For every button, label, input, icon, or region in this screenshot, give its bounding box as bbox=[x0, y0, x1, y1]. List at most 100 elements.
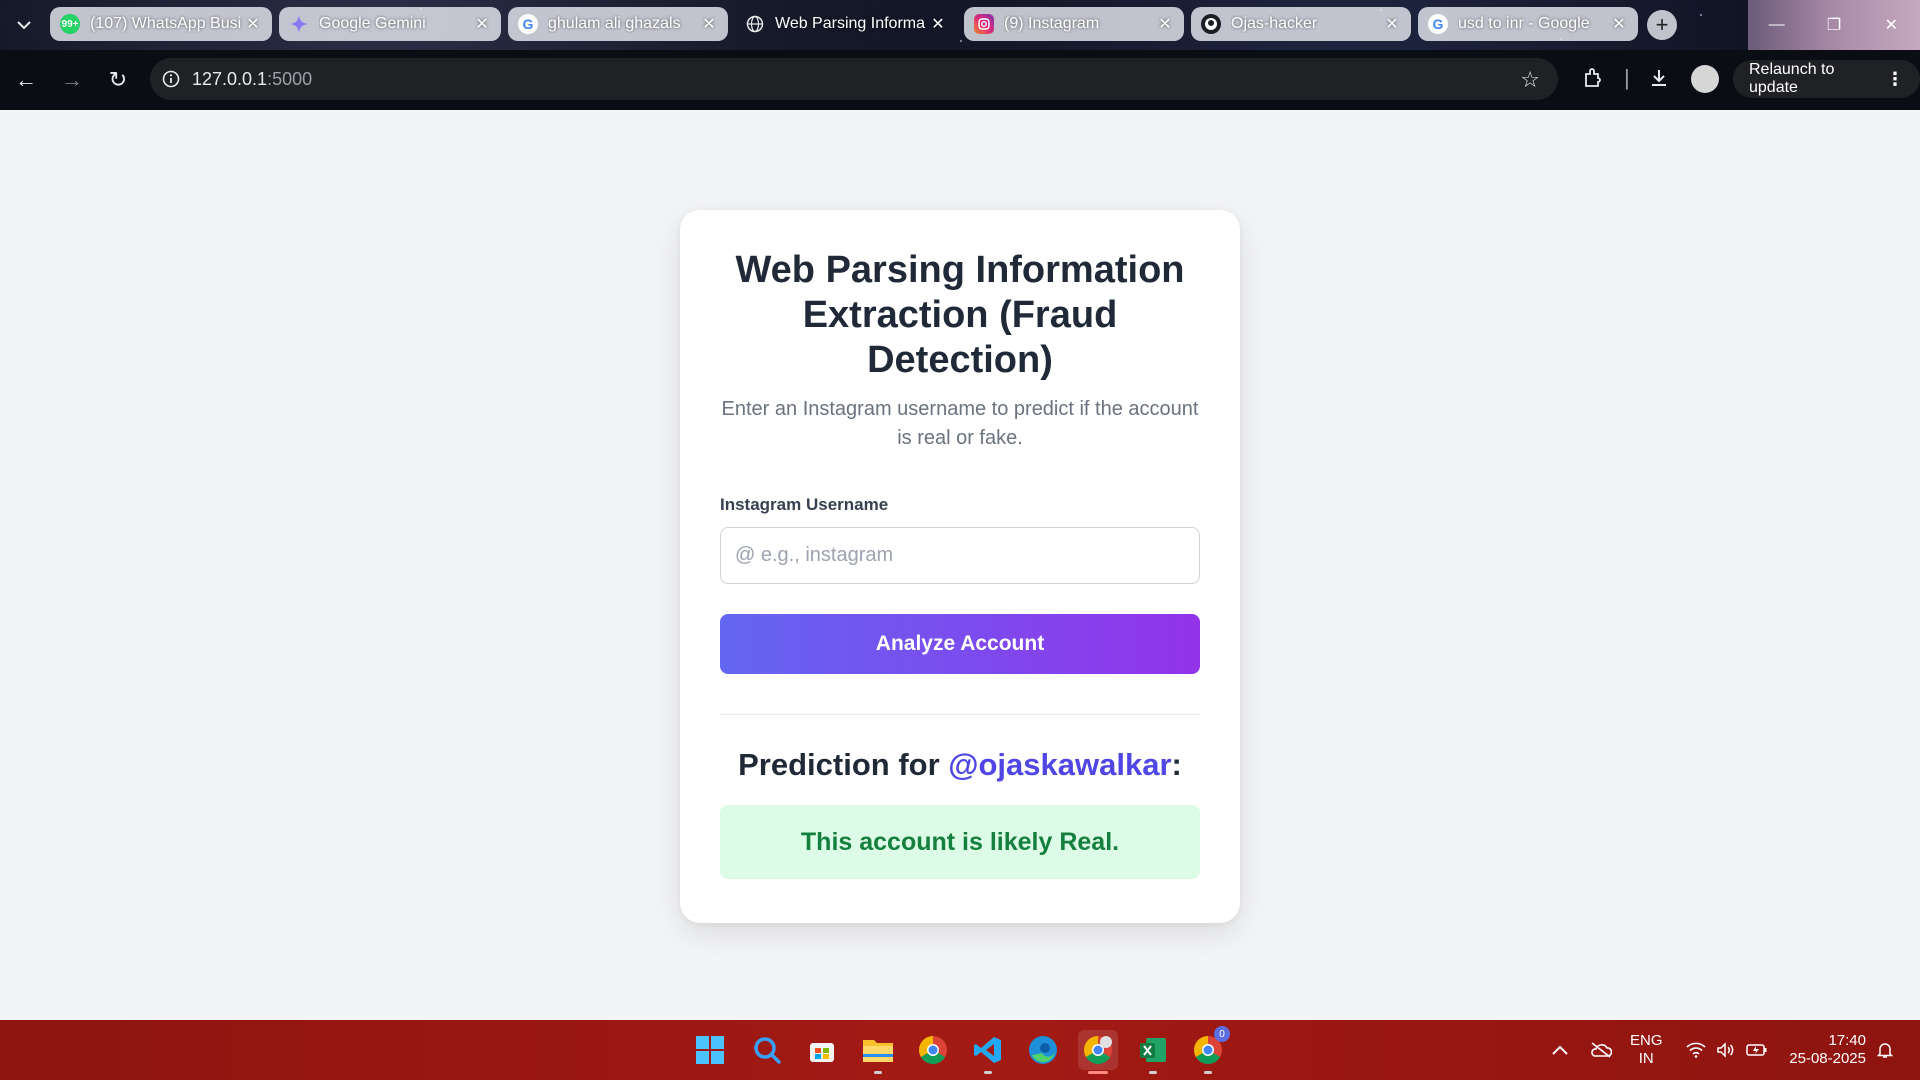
vscode-app[interactable] bbox=[968, 1030, 1008, 1074]
excel-app[interactable] bbox=[1133, 1030, 1173, 1074]
close-tab-icon[interactable]: ✕ bbox=[1383, 14, 1401, 34]
file-explorer-app[interactable] bbox=[858, 1030, 898, 1074]
chevron-up-icon bbox=[1552, 1045, 1568, 1055]
tab-gemini[interactable]: Google Gemini ✕ bbox=[279, 7, 501, 41]
tab-title: (9) Instagram bbox=[1004, 15, 1100, 32]
notification-badge: 0 bbox=[1214, 1026, 1230, 1042]
info-icon bbox=[162, 70, 180, 88]
system-clock[interactable]: 17:40 25-08-2025 bbox=[1786, 1032, 1866, 1068]
network-button[interactable] bbox=[1686, 1020, 1706, 1080]
section-divider bbox=[720, 714, 1200, 715]
language-indicator[interactable]: ENG IN bbox=[1630, 1032, 1663, 1068]
running-indicator bbox=[984, 1071, 992, 1074]
prediction-heading: Prediction for @ojaskawalkar: bbox=[720, 747, 1200, 783]
fraud-detection-card: Web Parsing Information Extraction (Frau… bbox=[680, 210, 1240, 923]
search-icon bbox=[754, 1037, 781, 1064]
download-icon[interactable] bbox=[1648, 67, 1670, 95]
file-explorer-icon bbox=[863, 1040, 893, 1062]
tab-google-usd[interactable]: G usd to inr - Google ✕ bbox=[1418, 7, 1638, 41]
prediction-prefix: Prediction for bbox=[738, 747, 949, 782]
site-info-button[interactable] bbox=[150, 70, 192, 88]
back-button[interactable]: ← bbox=[6, 60, 46, 100]
tab-instagram[interactable]: (9) Instagram ✕ bbox=[964, 7, 1184, 41]
maximize-button[interactable]: ❐ bbox=[1805, 0, 1862, 50]
arrow-left-icon: ← bbox=[15, 67, 37, 92]
toolbar-separator: | bbox=[1624, 65, 1630, 90]
tab-github[interactable]: Ojas-hacker ✕ bbox=[1191, 7, 1411, 41]
region-code: IN bbox=[1638, 1050, 1654, 1067]
tab-web-parsing[interactable]: Web Parsing Informa ✕ bbox=[735, 7, 957, 41]
close-icon: ✕ bbox=[1884, 17, 1899, 34]
github-icon bbox=[1201, 14, 1221, 34]
notifications-button[interactable] bbox=[1876, 1020, 1894, 1080]
volume-icon bbox=[1717, 1042, 1734, 1058]
chevron-down-icon bbox=[17, 21, 31, 30]
tab-google-ghazals[interactable]: G ghulam ali ghazals ✕ bbox=[508, 7, 728, 41]
reload-button[interactable]: ↻ bbox=[98, 60, 138, 100]
windows-taskbar: 0 ENG IN 17:40 25-08-2025 bbox=[0, 1020, 1920, 1080]
address-bar[interactable]: 127.0.0.1:5000 ☆ bbox=[150, 58, 1558, 100]
close-window-button[interactable]: ✕ bbox=[1863, 0, 1920, 50]
background-star bbox=[960, 40, 962, 42]
url-port: :5000 bbox=[267, 68, 313, 89]
show-hidden-icons-button[interactable] bbox=[1552, 1020, 1568, 1080]
analyze-account-button[interactable]: Analyze Account bbox=[720, 614, 1200, 674]
minimize-button[interactable]: — bbox=[1748, 0, 1805, 50]
cloud-off-icon bbox=[1591, 1042, 1612, 1058]
tab-title: Google Gemini bbox=[319, 15, 426, 32]
profile-avatar[interactable] bbox=[1691, 65, 1719, 93]
tab-whatsapp[interactable]: 99+ (107) WhatsApp Busi ✕ bbox=[50, 7, 272, 41]
page-content: Web Parsing Information Extraction (Frau… bbox=[0, 110, 1920, 1020]
wifi-icon bbox=[1686, 1042, 1706, 1058]
store-icon bbox=[810, 1043, 834, 1062]
google-icon: G bbox=[518, 14, 538, 34]
tab-search-button[interactable] bbox=[8, 12, 40, 38]
restore-icon: ❐ bbox=[1826, 17, 1842, 34]
search-button[interactable] bbox=[747, 1030, 787, 1070]
page-subtitle: Enter an Instagram username to predict i… bbox=[721, 398, 1199, 449]
forward-button[interactable]: → bbox=[52, 60, 92, 100]
chrome-profile-app[interactable] bbox=[1078, 1030, 1118, 1074]
excel-icon bbox=[1140, 1038, 1166, 1062]
vscode-icon bbox=[974, 1037, 1001, 1063]
username-input[interactable] bbox=[720, 527, 1200, 584]
prediction-result: This account is likely Real. bbox=[720, 805, 1200, 879]
volume-button[interactable] bbox=[1716, 1020, 1736, 1080]
battery-button[interactable] bbox=[1746, 1020, 1768, 1080]
whatsapp-icon: 99+ bbox=[60, 14, 80, 34]
new-tab-button[interactable]: + bbox=[1647, 10, 1677, 40]
running-indicator bbox=[874, 1071, 882, 1074]
arrow-right-icon: → bbox=[61, 67, 83, 92]
extensions-icon[interactable] bbox=[1582, 67, 1604, 95]
edge-app[interactable] bbox=[1023, 1030, 1063, 1070]
onedrive-button[interactable] bbox=[1590, 1020, 1612, 1080]
close-tab-icon[interactable]: ✕ bbox=[1610, 14, 1628, 34]
close-tab-icon[interactable]: ✕ bbox=[473, 14, 491, 34]
store-app[interactable] bbox=[802, 1030, 842, 1070]
url-text: 127.0.0.1:5000 bbox=[192, 69, 312, 90]
tab-title: Web Parsing Informa bbox=[775, 15, 925, 32]
bookmark-star-icon[interactable]: ☆ bbox=[1520, 67, 1540, 93]
url-host: 127.0.0.1 bbox=[192, 68, 268, 89]
chrome-app[interactable] bbox=[913, 1030, 953, 1070]
more-vert-icon: ⋮ bbox=[1886, 68, 1904, 89]
chrome-profile-icon bbox=[1084, 1036, 1112, 1064]
username-label: Instagram Username bbox=[720, 495, 889, 514]
close-tab-icon[interactable]: ✕ bbox=[244, 14, 262, 34]
close-tab-icon[interactable]: ✕ bbox=[1156, 14, 1174, 34]
reload-icon: ↻ bbox=[108, 67, 128, 92]
plus-icon: + bbox=[1655, 12, 1669, 37]
edge-icon bbox=[1029, 1036, 1057, 1064]
browser-chrome: 99+ (107) WhatsApp Busi ✕ Google Gemini … bbox=[0, 0, 1920, 110]
globe-icon bbox=[745, 14, 765, 34]
clock-date: 25-08-2025 bbox=[1789, 1050, 1866, 1067]
start-button[interactable] bbox=[690, 1030, 730, 1070]
language-code: ENG bbox=[1630, 1032, 1663, 1049]
relaunch-to-update-button[interactable]: Relaunch to update ⋮ bbox=[1733, 60, 1920, 98]
chrome-canary-app[interactable]: 0 bbox=[1188, 1026, 1230, 1074]
page-title: Web Parsing Information Extraction (Frau… bbox=[735, 249, 1185, 381]
running-indicator bbox=[1204, 1071, 1212, 1074]
google-icon: G bbox=[1428, 14, 1448, 34]
close-tab-icon[interactable]: ✕ bbox=[700, 14, 718, 34]
close-tab-icon[interactable]: ✕ bbox=[929, 14, 947, 34]
